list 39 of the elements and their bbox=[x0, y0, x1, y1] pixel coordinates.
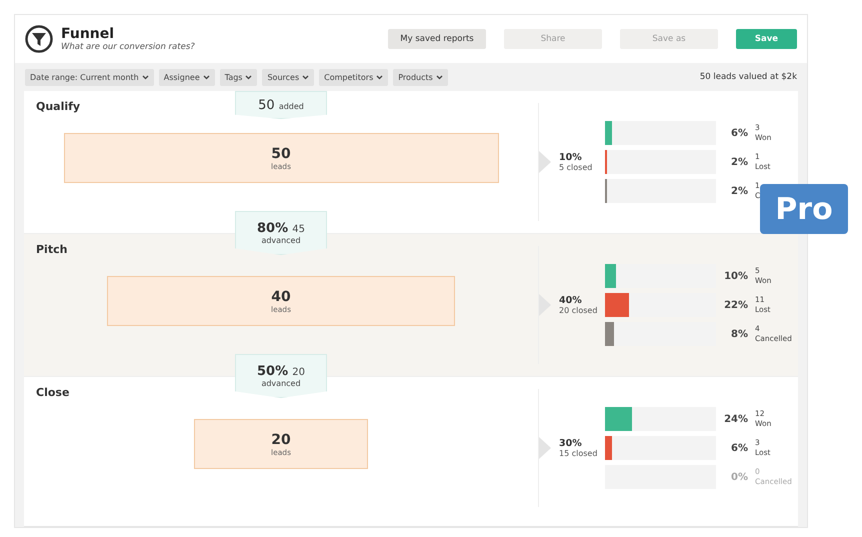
chevron-down-icon bbox=[245, 74, 252, 80]
toolbar-button[interactable]: My saved reports bbox=[388, 29, 486, 49]
outcome-percent: 0% bbox=[730, 472, 748, 482]
outcome-percent: 24% bbox=[723, 414, 748, 424]
outcome-percent: 10% bbox=[723, 270, 748, 282]
closed-percent: 40% bbox=[559, 295, 583, 306]
filter-dropdown[interactable]: Products bbox=[393, 68, 448, 86]
pro-badge: Pro bbox=[760, 184, 848, 234]
report-subtitle: What are our conversion rates? bbox=[61, 42, 196, 52]
closed-count: 5 closed bbox=[559, 163, 594, 172]
stage-title: Pitch bbox=[36, 243, 68, 256]
leads-summary: 50 leads valued at $2k bbox=[700, 72, 797, 82]
closed-percent: 30% bbox=[559, 438, 583, 449]
closed-percent: 10% bbox=[559, 152, 583, 163]
chevron-down-icon bbox=[436, 74, 443, 80]
advance-connector: 80% 45 advanced bbox=[235, 211, 327, 255]
outcome-percent: 6% bbox=[730, 128, 748, 138]
funnel-icon bbox=[25, 25, 53, 53]
outcome-percent: 22% bbox=[723, 300, 748, 310]
filter-dropdown[interactable]: Assignee bbox=[158, 68, 215, 86]
advance-connector: 50% 20 advanced bbox=[235, 354, 327, 398]
chevron-down-icon bbox=[302, 74, 310, 80]
chevron-down-icon bbox=[142, 74, 149, 80]
filter-dropdown[interactable]: Competitors bbox=[319, 68, 388, 86]
closed-count: 20 closed bbox=[559, 306, 598, 315]
added-connector: 50 added bbox=[235, 91, 327, 119]
filter-dropdown[interactable]: Date range: Current month bbox=[25, 68, 154, 86]
outcome-percent: 6% bbox=[730, 442, 748, 454]
closed-count: 15 closed bbox=[559, 449, 598, 458]
outcome-percent: 2% bbox=[730, 156, 748, 168]
stage-title: Qualify bbox=[36, 100, 80, 113]
report-title: Funnel bbox=[61, 26, 116, 42]
filter-dropdown[interactable]: Sources bbox=[262, 68, 314, 86]
filter-dropdown[interactable]: Tags bbox=[220, 68, 258, 86]
outcome-percent: 8% bbox=[730, 328, 748, 340]
chevron-down-icon bbox=[202, 74, 210, 80]
outcome-percent: 2% bbox=[730, 186, 748, 196]
stage-title: Close bbox=[36, 386, 70, 399]
chevron-down-icon bbox=[376, 74, 384, 80]
